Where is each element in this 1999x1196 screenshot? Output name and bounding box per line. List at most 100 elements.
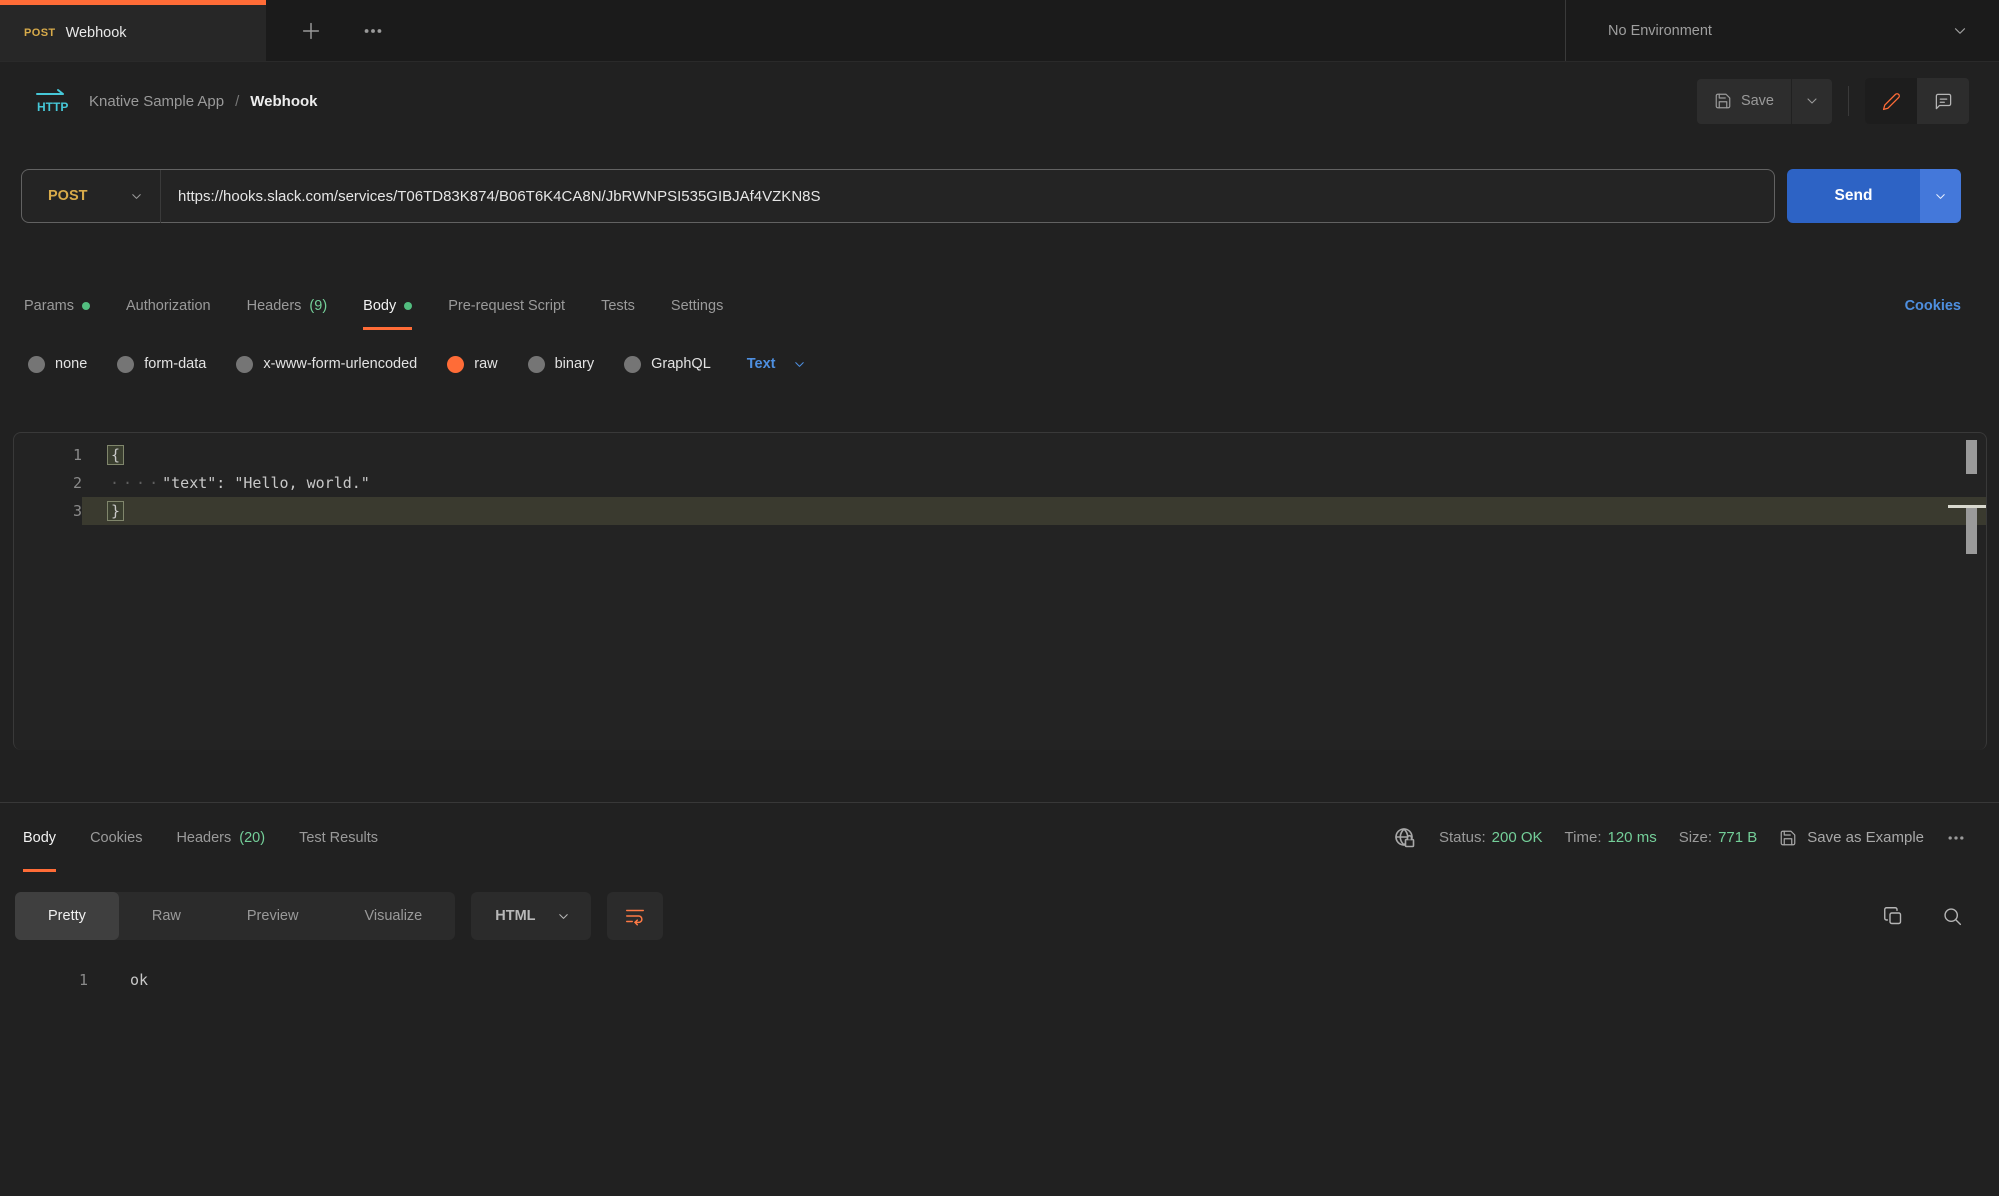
svg-text:HTTP: HTTP	[37, 100, 68, 114]
tab-label: Body	[23, 830, 56, 846]
chevron-down-icon	[1951, 22, 1969, 40]
editor-scrollbar[interactable]	[1966, 433, 1978, 750]
response-tab-test-results[interactable]: Test Results	[299, 803, 378, 872]
tab-label: Headers	[176, 830, 231, 846]
breadcrumb-request[interactable]: Webhook	[250, 93, 317, 110]
editor-line: 2 ····"text": "Hello, world."	[14, 469, 1986, 497]
more-options-icon	[1946, 828, 1966, 848]
line-number: 1	[14, 441, 82, 469]
radio-icon	[624, 356, 641, 373]
save-button[interactable]: Save	[1697, 79, 1792, 124]
response-tab-cookies[interactable]: Cookies	[90, 803, 142, 872]
cookies-link[interactable]: Cookies	[1905, 282, 1961, 330]
tab-label: Pre-request Script	[448, 298, 565, 314]
code-text: "text": "Hello, world."	[162, 474, 370, 492]
environment-label: No Environment	[1608, 23, 1712, 39]
chevron-down-icon	[1804, 93, 1820, 109]
body-type-none[interactable]: none	[28, 356, 87, 373]
chevron-down-icon	[129, 189, 144, 204]
save-as-example-button[interactable]: Save as Example	[1779, 829, 1924, 847]
edit-request-button[interactable]	[1865, 78, 1917, 124]
method-label: POST	[48, 188, 87, 204]
radio-icon	[117, 356, 134, 373]
more-options-icon	[362, 20, 384, 42]
view-mode-switcher: Pretty Raw Preview Visualize	[15, 892, 455, 940]
view-mode-visualize[interactable]: Visualize	[331, 892, 455, 940]
response-header-row: Body Cookies Headers (20) Test Results S…	[0, 802, 1999, 872]
tab-tests[interactable]: Tests	[601, 282, 635, 330]
request-tab[interactable]: POST Webhook	[0, 0, 266, 61]
tab-body[interactable]: Body	[363, 282, 412, 330]
search-response-button[interactable]	[1942, 906, 1963, 927]
copy-icon	[1883, 906, 1904, 927]
raw-language-label: Text	[747, 356, 776, 372]
raw-language-selector[interactable]: Text	[747, 356, 807, 372]
tab-bar: POST Webhook No Environment	[0, 0, 1999, 62]
time-value: 120 ms	[1608, 829, 1657, 846]
send-options-button[interactable]	[1920, 169, 1961, 223]
body-type-label: form-data	[144, 356, 206, 372]
http-method-icon: HTTP	[33, 87, 69, 115]
response-options-button[interactable]	[1946, 828, 1966, 848]
add-tab-button[interactable]	[300, 20, 322, 42]
scrollbar-thumb[interactable]	[1966, 440, 1977, 474]
tab-label: Test Results	[299, 830, 378, 846]
response-line: 1 ok	[0, 966, 1999, 994]
tab-label: Cookies	[90, 830, 142, 846]
tab-params[interactable]: Params	[24, 282, 90, 330]
breadcrumb-separator: /	[235, 93, 239, 110]
body-type-row: none form-data x-www-form-urlencoded raw…	[0, 344, 1999, 384]
view-mode-raw[interactable]: Raw	[119, 892, 214, 940]
size-value: 771 B	[1718, 829, 1757, 846]
body-type-label: GraphQL	[651, 356, 711, 372]
tab-label: Settings	[671, 298, 723, 314]
response-format-selector[interactable]: HTML	[471, 892, 590, 940]
save-options-button[interactable]	[1792, 79, 1832, 124]
headers-count: (9)	[309, 298, 327, 314]
send-button[interactable]: Send	[1787, 169, 1920, 223]
tab-authorization[interactable]: Authorization	[126, 282, 211, 330]
response-tab-headers[interactable]: Headers (20)	[176, 803, 265, 872]
response-body: 1 ok	[0, 966, 1999, 994]
view-mode-pretty[interactable]: Pretty	[15, 892, 119, 940]
editor-line-current: 3 }	[14, 497, 1986, 525]
body-type-urlencoded[interactable]: x-www-form-urlencoded	[236, 356, 417, 373]
wrap-text-icon	[624, 905, 646, 927]
method-selector[interactable]: POST	[22, 188, 160, 204]
copy-response-button[interactable]	[1883, 906, 1904, 927]
view-mode-preview[interactable]: Preview	[214, 892, 332, 940]
time-label: Time:	[1565, 829, 1602, 846]
body-type-form-data[interactable]: form-data	[117, 356, 206, 373]
body-status-dot	[404, 302, 412, 310]
add-tab-icon	[300, 20, 322, 42]
response-view-row: Pretty Raw Preview Visualize HTML	[15, 892, 1963, 940]
line-number: 1	[0, 971, 88, 989]
network-info-button[interactable]	[1393, 826, 1417, 850]
radio-checked-icon	[447, 356, 464, 373]
environment-selector[interactable]: No Environment	[1565, 0, 1999, 61]
tab-title: Webhook	[66, 25, 127, 41]
url-input[interactable]	[161, 188, 1774, 205]
url-row: POST Send	[0, 168, 1999, 224]
wrap-text-button[interactable]	[607, 892, 663, 940]
url-bar: POST	[21, 169, 1775, 223]
request-body-editor[interactable]: 1 { 2 ····"text": "Hello, world." 3 }	[13, 432, 1987, 750]
comment-button[interactable]	[1917, 78, 1969, 124]
save-icon	[1714, 92, 1732, 110]
scrollbar-cursor-thumb	[1966, 508, 1977, 554]
tab-label: Authorization	[126, 298, 211, 314]
body-type-raw[interactable]: raw	[447, 356, 497, 373]
response-tab-body[interactable]: Body	[23, 803, 56, 872]
tab-pre-request-script[interactable]: Pre-request Script	[448, 282, 565, 330]
radio-icon	[236, 356, 253, 373]
chevron-down-icon	[792, 357, 807, 372]
body-type-binary[interactable]: binary	[528, 356, 595, 373]
body-type-graphql[interactable]: GraphQL	[624, 356, 711, 373]
tab-settings[interactable]: Settings	[671, 282, 723, 330]
pencil-icon	[1882, 92, 1901, 111]
tab-headers[interactable]: Headers (9)	[247, 282, 328, 330]
tab-label: Params	[24, 298, 74, 314]
breadcrumb-collection[interactable]: Knative Sample App	[89, 93, 224, 110]
request-header: HTTP Knative Sample App / Webhook Save	[0, 62, 1999, 140]
tab-options-button[interactable]	[362, 20, 384, 42]
